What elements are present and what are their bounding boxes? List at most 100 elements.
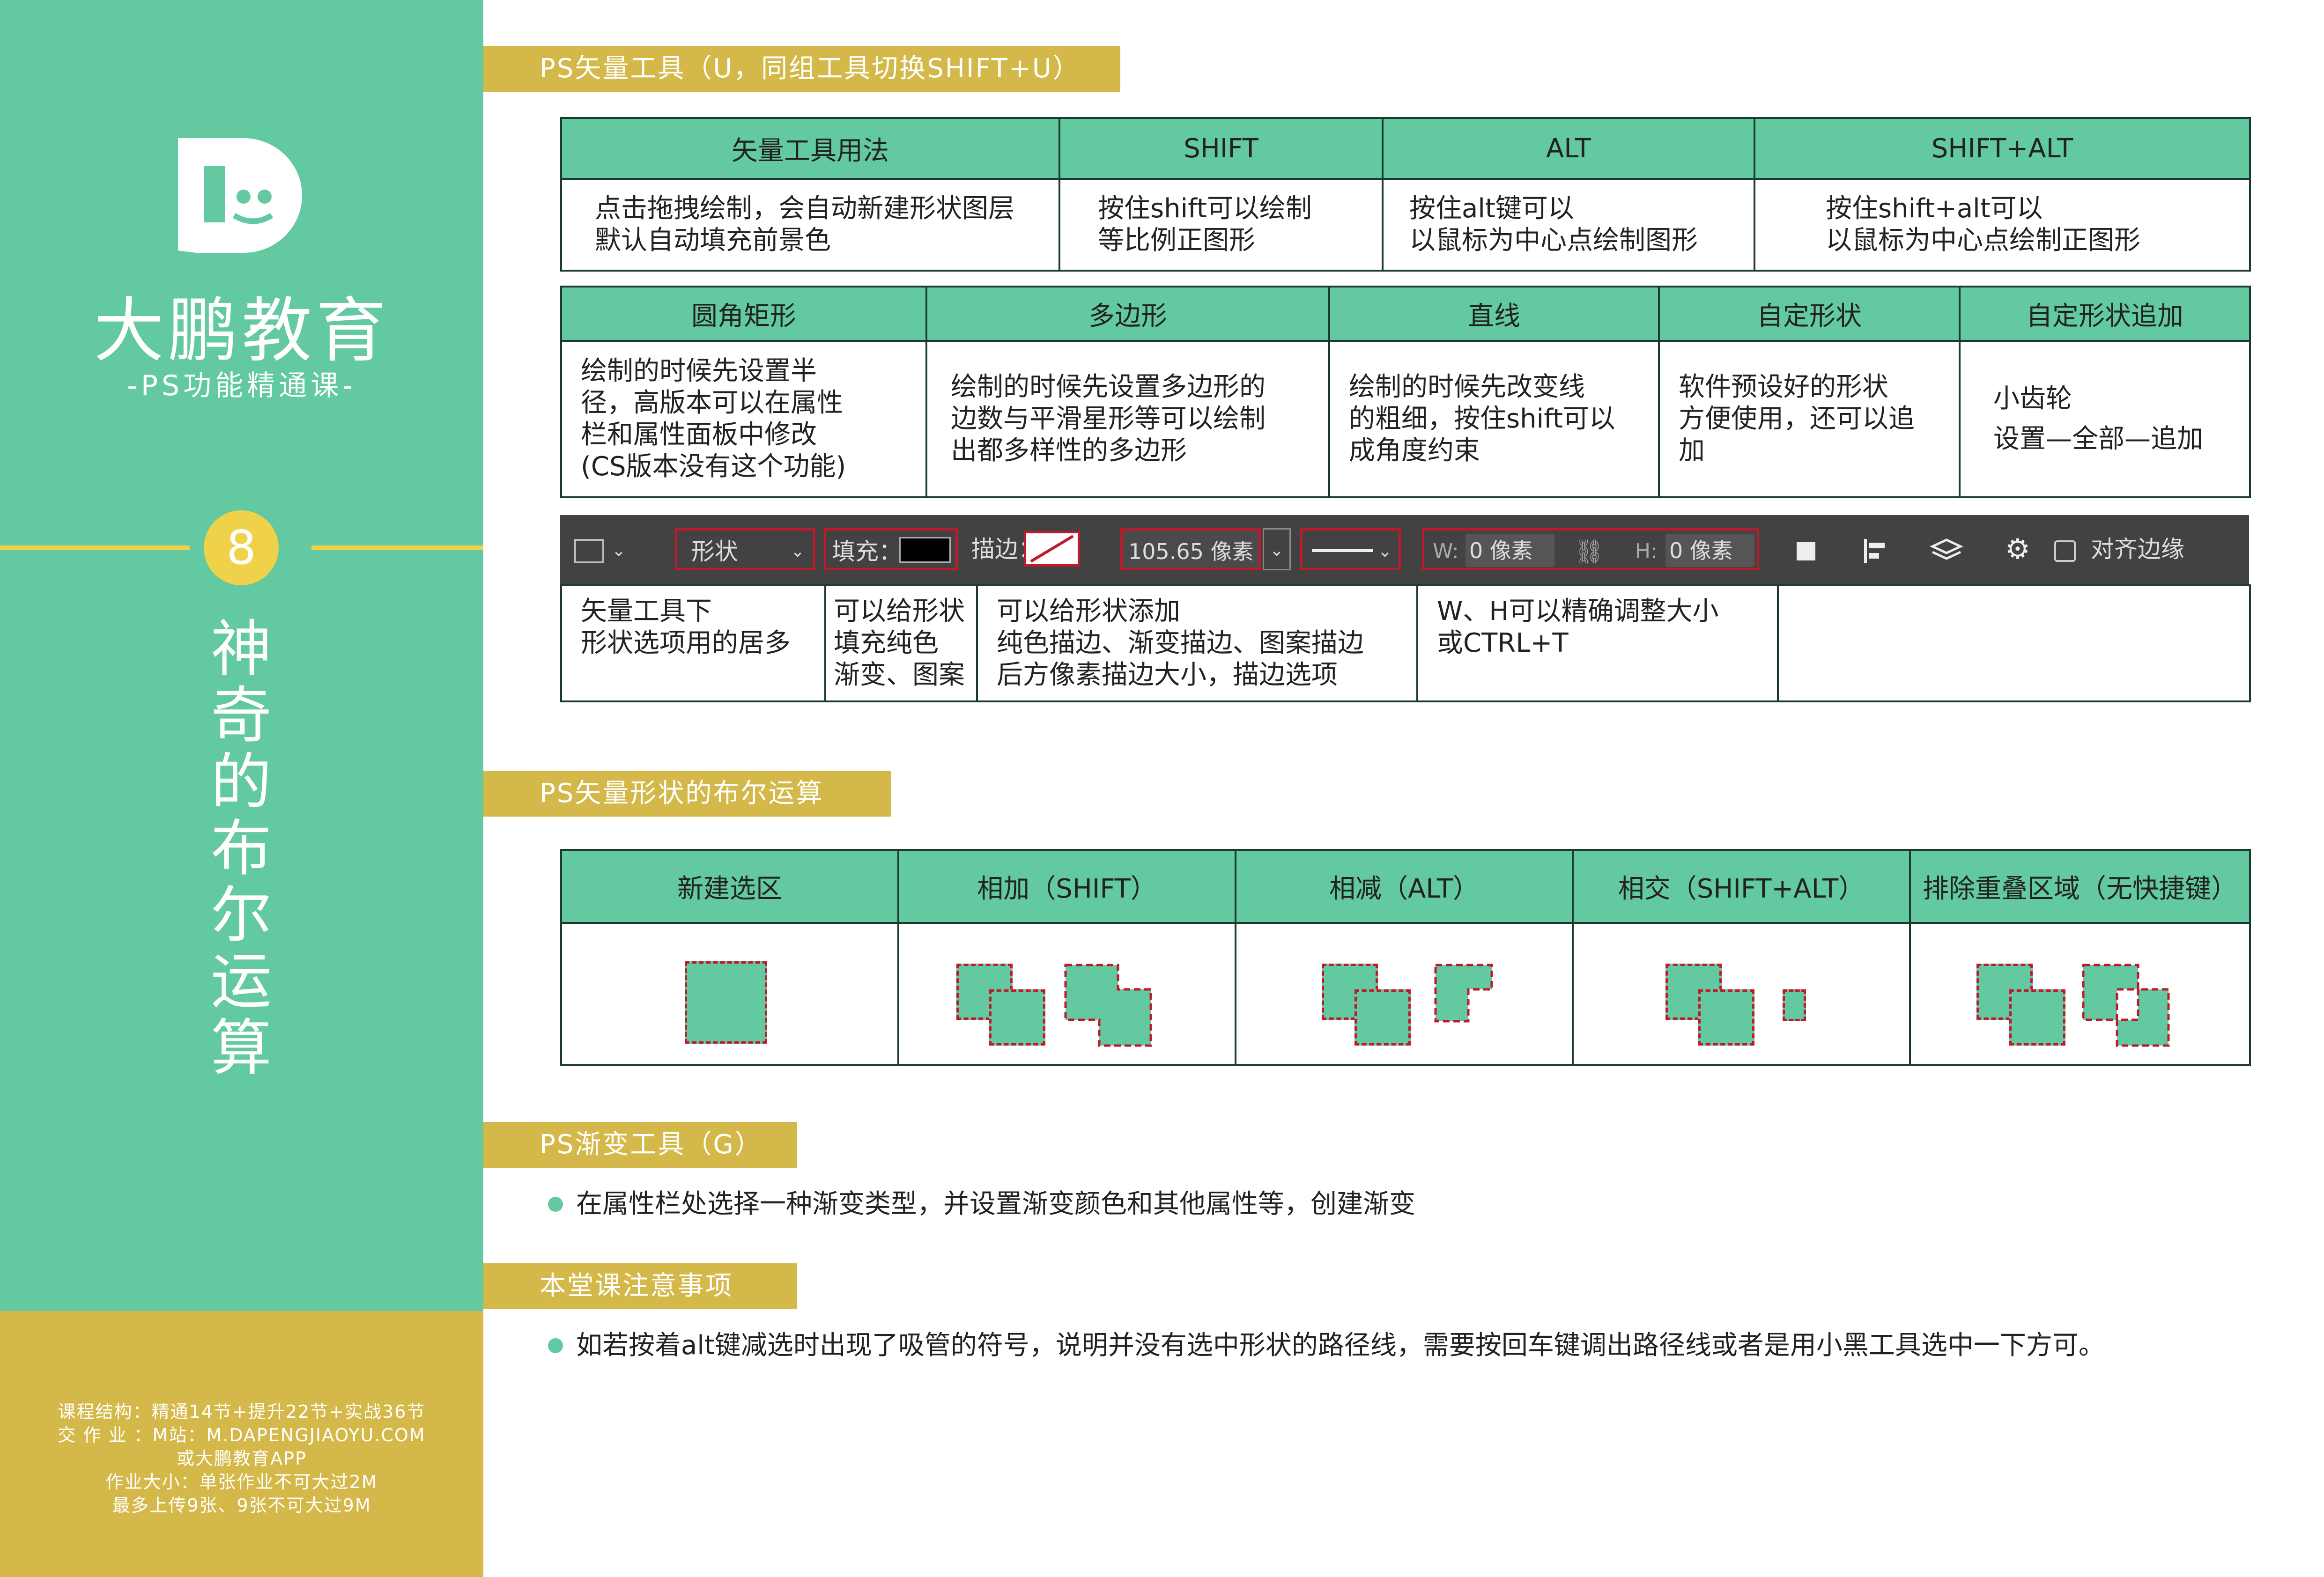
- shape-tool-icon[interactable]: ⌄: [574, 528, 630, 570]
- header-line: 直线: [1328, 286, 1660, 342]
- gradient-text: 在属性栏处选择一种渐变类型，并设置渐变颜色和其他属性等，创建渐变: [576, 1189, 1415, 1219]
- cell-empty: [1777, 584, 2251, 702]
- cell-alt: 按住alt键可以 以鼠标为中心点绘制图形: [1382, 178, 1755, 272]
- checkbox-icon[interactable]: [2054, 540, 2076, 562]
- stroke-width-dropdown[interactable]: ⌄: [1263, 528, 1291, 570]
- title-char: 算: [210, 1012, 272, 1083]
- title-char: 运: [210, 946, 272, 1017]
- notes-text: 如若按着alt键减选时出现了吸管的符号，说明并没有选中形状的路径线，需要按回车键…: [576, 1330, 2105, 1361]
- height-label: H:: [1635, 539, 1658, 563]
- cell-stroke: 可以给形状添加 纯色描边、渐变描边、图案描边 后方像素描边大小，描边选项: [976, 584, 1418, 702]
- stroke-swatch[interactable]: [1024, 531, 1080, 567]
- demo-subtract: [1235, 922, 1574, 1066]
- cell-line: 绘制的时候先改变线 的粗细，按住shift可以 成角度约束: [1328, 340, 1660, 498]
- boolean-table: 新建选区 相加（SHIFT） 相减（ALT） 相交（SHIFT+ALT） 排除重…: [560, 849, 2251, 1066]
- height-input[interactable]: 0 像素: [1665, 534, 1754, 567]
- divider-right: [311, 545, 483, 550]
- header-custom-shape: 自定形状: [1658, 286, 1961, 342]
- homework-site: 交 作 业 ：M站：M.DAPENGJIAOYU.COM: [58, 1425, 426, 1445]
- size-controls: W: 0 像素 ⛓ H: 0 像素: [1422, 528, 1759, 570]
- mode-select[interactable]: 形状 ⌄: [675, 528, 815, 570]
- square-shape: [989, 989, 1045, 1046]
- align-edges-label: 对齐边缘: [2090, 536, 2184, 563]
- course-structure: 课程结构：精通14节+提升22节+实战36节: [58, 1401, 426, 1422]
- title-char: 奇: [210, 680, 272, 751]
- options-bar-notes-table: 矢量工具下 形状选项用的居多 可以给形状 填充纯色 渐变、图案 可以给形状添加 …: [560, 584, 2251, 702]
- header-shift: SHIFT: [1058, 117, 1384, 180]
- dapeng-logo: [178, 138, 302, 253]
- fill-label: 填充：: [832, 538, 902, 565]
- cell-rounded-rect: 绘制的时候先设置半 径，高版本可以在属性 栏和属性面板中修改 (CS版本没有这个…: [560, 340, 927, 498]
- stroke-width-value: 105.65 像素: [1128, 539, 1254, 564]
- header-alt: ALT: [1382, 117, 1755, 180]
- width-input[interactable]: 0 像素: [1465, 534, 1554, 567]
- exclude-shape: [2082, 964, 2170, 1047]
- cell-shift-alt: 按住shift+alt可以 以鼠标为中心点绘制正图形: [1754, 178, 2251, 272]
- homework-app: 或大鹏教育APP: [177, 1448, 307, 1469]
- section-vector-tools: PS矢量工具（U，同组工具切换SHIFT+U）: [483, 46, 1120, 92]
- mode-value: 形状: [691, 538, 738, 565]
- header-shift-alt: SHIFT+ALT: [1754, 117, 2251, 180]
- title-char: 布: [210, 813, 272, 884]
- course-info: 课程结构：精通14节+提升22节+实战36节 交 作 业 ：M站：M.DAPEN…: [0, 1400, 483, 1517]
- header-exclude: 排除重叠区域（无快捷键）: [1909, 849, 2251, 924]
- stroke-type-select[interactable]: ⌄: [1300, 528, 1401, 570]
- subtract-shape: [1434, 964, 1493, 1023]
- header-usage: 矢量工具用法: [560, 117, 1060, 180]
- chevron-down-icon: ⌄: [790, 542, 805, 561]
- upload-limit: 最多上传9张、9张不可大过9M: [112, 1495, 371, 1516]
- demo-add: [897, 922, 1236, 1066]
- header-add: 相加（SHIFT）: [897, 849, 1236, 924]
- path-alignment-icon[interactable]: [1862, 528, 1900, 570]
- title-char: 的: [210, 746, 272, 818]
- cell-custom-shape: 软件预设好的形状 方便使用，还可以追加: [1658, 340, 1961, 498]
- section-boolean: PS矢量形状的布尔运算: [483, 771, 891, 817]
- header-subtract: 相减（ALT）: [1235, 849, 1574, 924]
- fill-swatch[interactable]: [899, 537, 951, 563]
- shape-tools-table: 圆角矩形 多边形 直线 自定形状 自定形状追加 绘制的时候先设置半 径，高版本可…: [560, 286, 2251, 498]
- square-shape: [1354, 989, 1411, 1046]
- bullet-dot: [548, 1338, 563, 1353]
- section-gradient: PS渐变工具（G）: [483, 1122, 797, 1168]
- square-shape: [685, 961, 767, 1044]
- cell-usage: 点击拖拽绘制，会自动新建形状图层 默认自动填充前景色: [560, 178, 1060, 272]
- cell-polygon: 绘制的时候先设置多边形的 边数与平滑星形等可以绘制 出都多样性的多边形: [925, 340, 1330, 498]
- demo-new-selection: [560, 922, 899, 1066]
- title-char: 尔: [210, 879, 272, 951]
- header-rounded-rect: 圆角矩形: [560, 286, 927, 342]
- square-shape: [1698, 989, 1754, 1046]
- cell-custom-shape-append: 小齿轮 设置—全部—追加: [1959, 340, 2251, 498]
- cell-fill: 可以给形状 填充纯色 渐变、图案: [824, 584, 978, 702]
- header-new-selection: 新建选区: [560, 849, 899, 924]
- section-notes: 本堂课注意事项: [483, 1263, 797, 1309]
- link-icon[interactable]: ⛓: [1574, 531, 1604, 573]
- stroke-width-input[interactable]: 105.65 像素: [1120, 528, 1261, 570]
- chevron-down-icon: ⌄: [1377, 542, 1392, 561]
- demo-exclude: [1909, 922, 2251, 1066]
- title-char: 神: [210, 613, 272, 685]
- fill-control[interactable]: 填充：: [824, 528, 958, 570]
- intersect-shape: [1783, 989, 1806, 1021]
- demo-intersect: [1572, 922, 1911, 1066]
- align-edges-checkbox[interactable]: 对齐边缘: [2054, 528, 2242, 570]
- header-intersect: 相交（SHIFT+ALT）: [1572, 849, 1911, 924]
- brand-name: 大鹏教育: [93, 290, 390, 372]
- lesson-title: 神 奇 的 布 尔 运 算: [206, 616, 276, 1081]
- lesson-number: 8: [204, 510, 279, 585]
- ps-options-bar: ⌄ 形状 ⌄ 填充： 描边： 105.65 像素 ⌄ ⌄ W: 0 像素 ⛓ H…: [560, 515, 2249, 584]
- cell-shift: 按住shift可以绘制 等比例正图形: [1058, 178, 1384, 272]
- bullet-dot: [548, 1197, 563, 1212]
- gear-icon[interactable]: ⚙: [2005, 528, 2033, 570]
- homework-size: 作业大小：单张作业不可大过2M: [105, 1472, 378, 1492]
- header-custom-shape-append: 自定形状追加: [1959, 286, 2251, 342]
- square-shape: [2009, 989, 2065, 1046]
- path-operations-icon[interactable]: [1797, 528, 1829, 570]
- vector-usage-table: 矢量工具用法 SHIFT ALT SHIFT+ALT 点击拖拽绘制，会自动新建形…: [560, 117, 2251, 272]
- cell-shape-mode: 矢量工具下 形状选项用的居多: [560, 584, 826, 702]
- header-polygon: 多边形: [925, 286, 1330, 342]
- stroke-control[interactable]: 描边：: [968, 528, 1080, 570]
- path-arrangement-icon[interactable]: [1928, 528, 1970, 570]
- union-shape: [1064, 964, 1152, 1047]
- brand-subtitle: -PS功能精通课-: [127, 369, 356, 402]
- divider-left: [0, 545, 190, 550]
